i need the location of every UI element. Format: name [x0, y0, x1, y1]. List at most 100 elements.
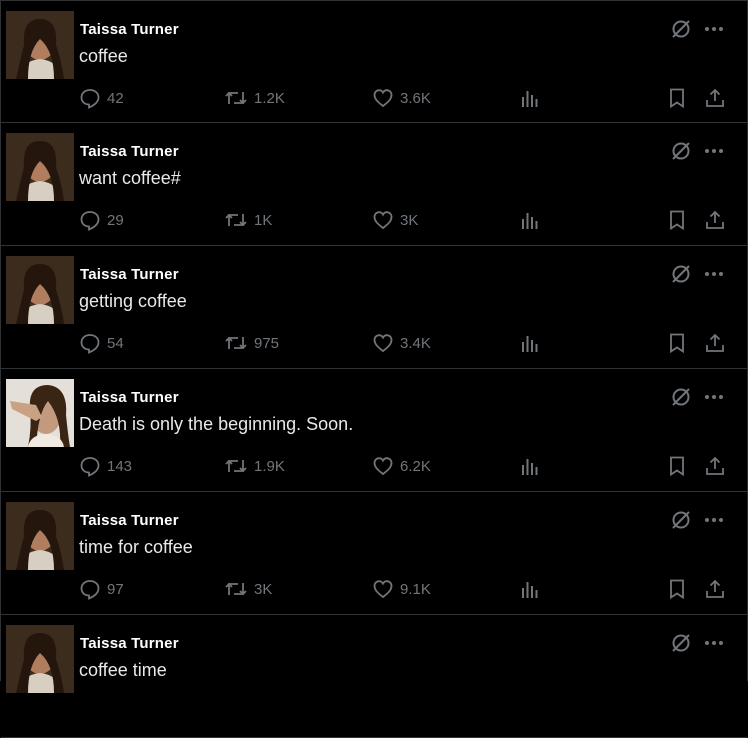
like-count: 6.2K — [400, 457, 431, 475]
repost-arrows-icon — [225, 582, 247, 596]
repost-count: 1.9K — [254, 457, 285, 475]
share-button[interactable] — [704, 332, 726, 354]
reply-count: 54 — [107, 334, 124, 352]
repost-button[interactable]: 1K — [224, 209, 272, 231]
speech-bubble-icon — [80, 580, 100, 600]
avatar[interactable] — [6, 502, 74, 570]
post-text: coffee — [79, 46, 128, 66]
author-name[interactable]: Taissa Turner — [80, 266, 179, 283]
post[interactable]: Taissa Turner getting coffee 54 975 3.4K — [1, 246, 747, 369]
share-button[interactable] — [704, 455, 726, 477]
heart-icon — [373, 580, 393, 599]
more-dots-icon[interactable] — [701, 507, 727, 533]
bar-chart-icon — [522, 213, 538, 229]
share-upload-icon — [706, 333, 724, 352]
views-button[interactable] — [519, 332, 541, 354]
avatar[interactable] — [6, 256, 74, 324]
author-name[interactable]: Taissa Turner — [80, 143, 179, 160]
bookmark-button[interactable] — [666, 578, 688, 600]
like-count: 3.4K — [400, 334, 431, 352]
author-name[interactable]: Taissa Turner — [80, 635, 179, 652]
post[interactable]: Taissa Turner coffee 42 1.2K 3.6K — [1, 0, 747, 123]
repost-button[interactable]: 1.2K — [224, 87, 285, 109]
more-dots-icon[interactable] — [701, 261, 727, 287]
bookmark-icon — [670, 579, 684, 600]
reply-count: 97 — [107, 580, 124, 598]
repost-arrows-icon — [225, 91, 247, 105]
bar-chart-icon — [522, 336, 538, 352]
views-button[interactable] — [519, 578, 541, 600]
reply-button[interactable]: 54 — [79, 332, 124, 354]
bookmark-button[interactable] — [666, 455, 688, 477]
slashed-circle-icon[interactable] — [668, 384, 694, 410]
share-button[interactable] — [704, 209, 726, 231]
post[interactable]: Taissa Turner Death is only the beginnin… — [1, 369, 747, 492]
like-button[interactable]: 3K — [372, 209, 418, 231]
avatar[interactable] — [6, 379, 74, 447]
repost-button[interactable]: 975 — [224, 332, 279, 354]
slashed-circle-icon[interactable] — [668, 261, 694, 287]
like-button[interactable]: 6.2K — [372, 455, 431, 477]
post-text: coffee time — [79, 660, 167, 680]
post[interactable]: Taissa Turner want coffee# 29 1K 3K — [1, 123, 747, 246]
reply-count: 42 — [107, 89, 124, 107]
more-dots-icon[interactable] — [701, 384, 727, 410]
speech-bubble-icon — [80, 457, 100, 477]
post-actions: 97 3K 9.1K — [1, 578, 747, 604]
slashed-circle-icon[interactable] — [668, 16, 694, 42]
post-actions: 29 1K 3K — [1, 209, 747, 235]
reply-button[interactable]: 29 — [79, 209, 124, 231]
repost-arrows-icon — [225, 336, 247, 350]
repost-count: 1.2K — [254, 89, 285, 107]
post-actions: 54 975 3.4K — [1, 332, 747, 358]
views-button[interactable] — [519, 455, 541, 477]
share-upload-icon — [706, 579, 724, 598]
reply-button[interactable]: 143 — [79, 455, 132, 477]
more-dots-icon[interactable] — [701, 16, 727, 42]
reply-button[interactable]: 42 — [79, 87, 124, 109]
speech-bubble-icon — [80, 89, 100, 109]
like-button[interactable]: 9.1K — [372, 578, 431, 600]
repost-count: 1K — [254, 211, 273, 229]
avatar[interactable] — [6, 133, 74, 201]
bookmark-button[interactable] — [666, 87, 688, 109]
post-text: want coffee# — [79, 168, 181, 188]
like-count: 3K — [400, 211, 419, 229]
speech-bubble-icon — [80, 334, 100, 354]
views-button[interactable] — [519, 209, 541, 231]
bookmark-icon — [670, 88, 684, 109]
share-upload-icon — [706, 210, 724, 229]
reply-count: 29 — [107, 211, 124, 229]
bookmark-button[interactable] — [666, 209, 688, 231]
post[interactable]: Taissa Turner coffee time — [1, 615, 747, 738]
views-button[interactable] — [519, 87, 541, 109]
share-upload-icon — [706, 456, 724, 475]
more-dots-icon[interactable] — [701, 630, 727, 656]
share-button[interactable] — [704, 87, 726, 109]
bookmark-icon — [670, 210, 684, 231]
bar-chart-icon — [522, 459, 538, 475]
avatar[interactable] — [6, 625, 74, 693]
bookmark-icon — [670, 333, 684, 354]
repost-button[interactable]: 3K — [224, 578, 272, 600]
like-button[interactable]: 3.4K — [372, 332, 431, 354]
avatar[interactable] — [6, 11, 74, 79]
reply-button[interactable]: 97 — [79, 578, 124, 600]
bookmark-button[interactable] — [666, 332, 688, 354]
author-name[interactable]: Taissa Turner — [80, 389, 179, 406]
slashed-circle-icon[interactable] — [668, 507, 694, 533]
post-text: time for coffee — [79, 537, 193, 557]
like-button[interactable]: 3.6K — [372, 87, 431, 109]
repost-button[interactable]: 1.9K — [224, 455, 285, 477]
post[interactable]: Taissa Turner time for coffee 97 3K 9.1K — [1, 492, 747, 615]
post-actions: 42 1.2K 3.6K — [1, 87, 747, 113]
slashed-circle-icon[interactable] — [668, 630, 694, 656]
repost-arrows-icon — [225, 459, 247, 473]
author-name[interactable]: Taissa Turner — [80, 21, 179, 38]
post-actions: 143 1.9K 6.2K — [1, 455, 747, 481]
author-name[interactable]: Taissa Turner — [80, 512, 179, 529]
slashed-circle-icon[interactable] — [668, 138, 694, 164]
post-text: Death is only the beginning. Soon. — [79, 414, 354, 434]
share-button[interactable] — [704, 578, 726, 600]
more-dots-icon[interactable] — [701, 138, 727, 164]
